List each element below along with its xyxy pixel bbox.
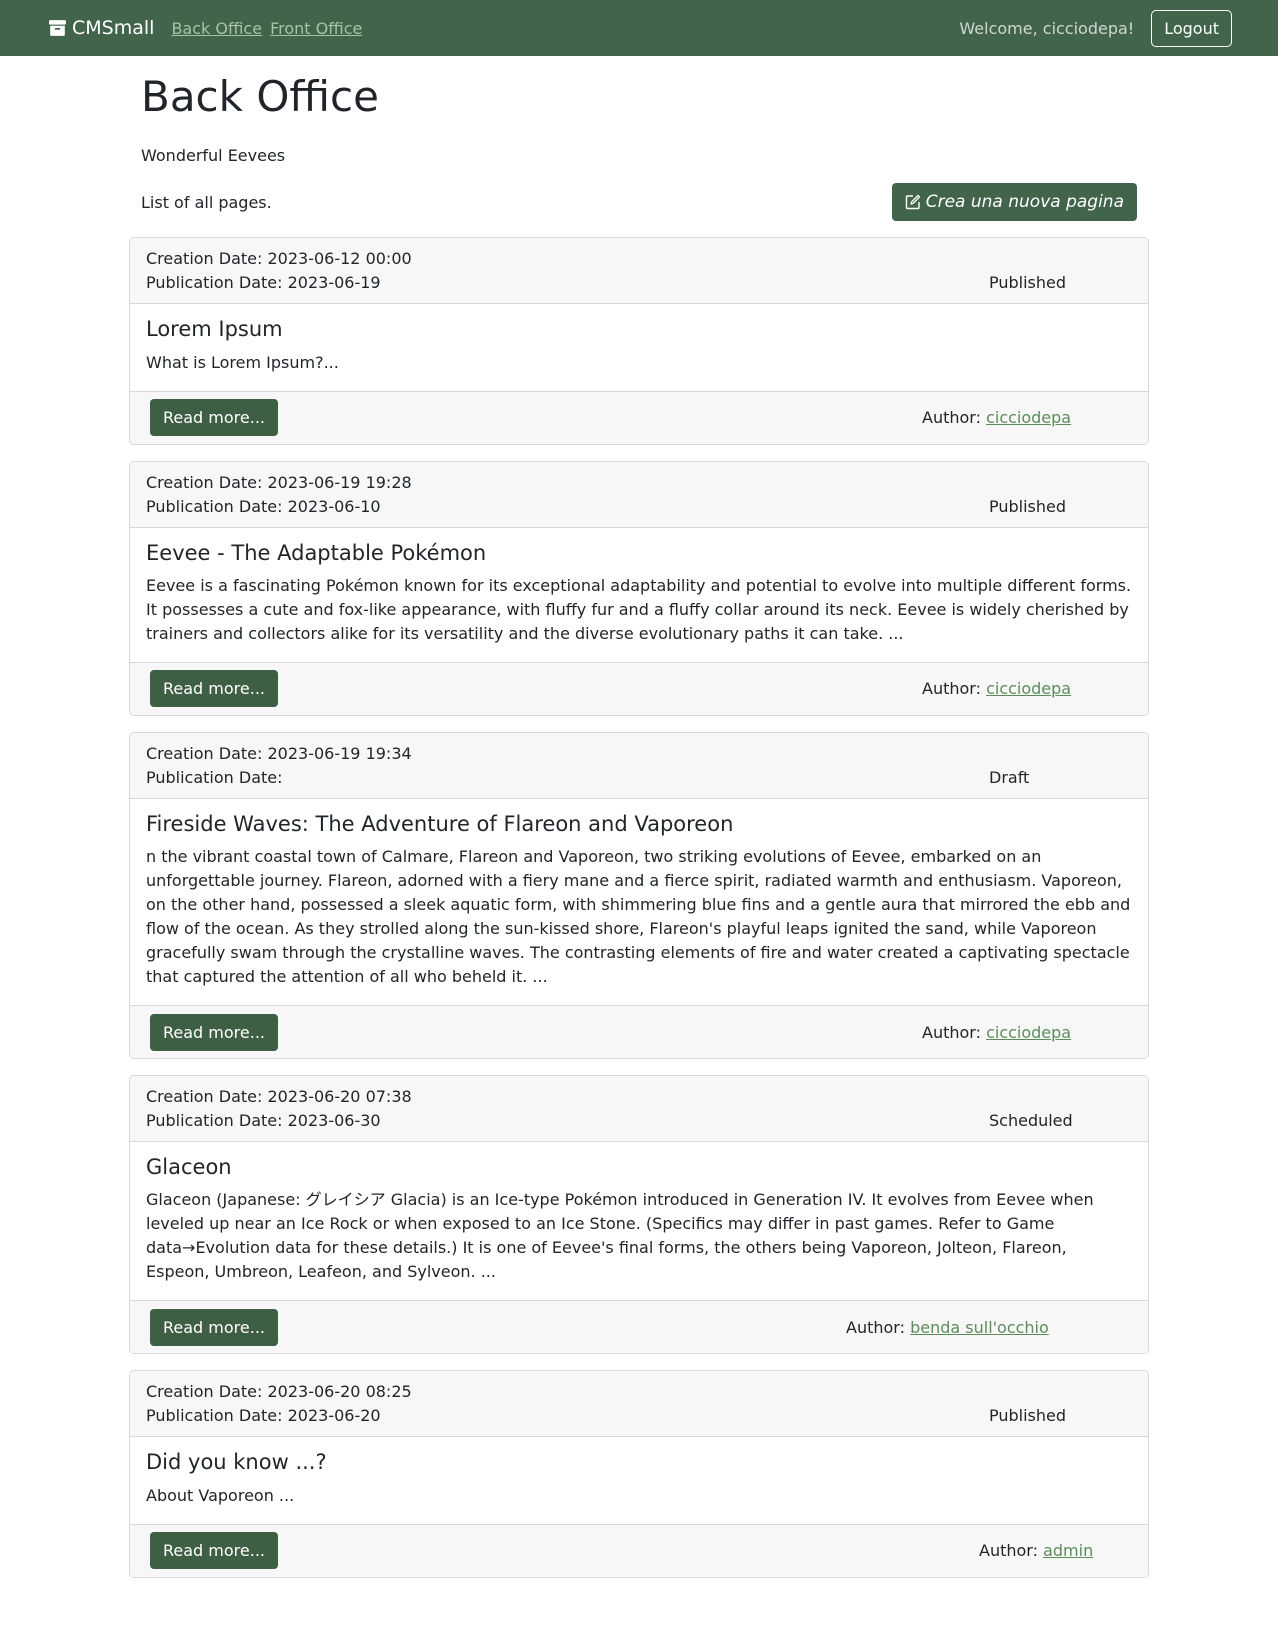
list-toolbar: List of all pages. Crea una nuova pagina	[141, 183, 1137, 222]
card-text: Eevee is a fascinating Pokémon known for…	[146, 575, 1132, 643]
author-link[interactable]: cicciodepa	[986, 679, 1071, 698]
status-label: Published	[989, 273, 1067, 293]
nav-link-front-office[interactable]: Front Office	[270, 19, 362, 38]
publication-date: Publication Date: 2023-06-20	[146, 1406, 381, 1426]
card-body: Did you know ...? About Vaporeon ...	[130, 1437, 1148, 1523]
author-link[interactable]: cicciodepa	[986, 1023, 1071, 1042]
author-info: Author: cicciodepa	[922, 1023, 1071, 1042]
read-more-button[interactable]: Read more...	[150, 1532, 278, 1570]
author-label: Author:	[979, 1541, 1038, 1561]
card-text: n the vibrant coastal town of Calmare, F…	[146, 847, 1131, 987]
card-header: Creation Date: 2023-06-19 19:34 Publicat…	[130, 732, 1148, 799]
creation-date: Creation Date: 2023-06-19 19:34	[146, 743, 412, 763]
publication-date: Publication Date: 2023-06-19	[146, 273, 381, 293]
author-label: Author:	[846, 1317, 905, 1337]
card-title: Fireside Waves: The Adventure of Flareon…	[146, 811, 734, 836]
card-footer: Read more... Author: cicciodepa	[130, 390, 1148, 444]
author-info: Author: benda sull'occhio	[846, 1318, 1049, 1337]
page-card: Creation Date: 2023-06-20 07:38 Publicat…	[129, 1075, 1149, 1355]
card-footer: Read more... Author: benda sull'occhio	[130, 1300, 1148, 1354]
create-page-label: Crea una nuova pagina	[925, 192, 1124, 213]
status-label: Draft	[989, 767, 1030, 787]
page-card: Creation Date: 2023-06-19 19:34 Publicat…	[129, 731, 1149, 1060]
author-label: Author:	[922, 1022, 981, 1042]
page-card: Creation Date: 2023-06-20 08:25 Publicat…	[129, 1370, 1149, 1578]
read-more-button[interactable]: Read more...	[150, 1013, 278, 1051]
card-text: About Vaporeon ...	[146, 1485, 295, 1505]
site-name: Wonderful Eevees	[141, 146, 286, 166]
card-title: Did you know ...?	[146, 1450, 327, 1475]
author-info: Author: admin	[979, 1541, 1093, 1560]
card-title: Glaceon	[146, 1155, 232, 1180]
pencil-square-icon	[905, 195, 920, 210]
card-text: What is Lorem Ipsum?...	[146, 352, 339, 372]
publication-date: Publication Date:	[146, 767, 283, 787]
author-info: Author: cicciodepa	[922, 408, 1071, 427]
card-footer: Read more... Author: admin	[130, 1523, 1148, 1577]
create-page-button[interactable]: Crea una nuova pagina	[891, 183, 1137, 222]
navbar: CMSmall Back Office Front Office Welcome…	[0, 0, 1278, 56]
card-body: Eevee - The Adaptable Pokémon Eevee is a…	[130, 528, 1148, 662]
page-list: Creation Date: 2023-06-12 00:00 Publicat…	[129, 237, 1149, 1578]
card-body: Fireside Waves: The Adventure of Flareon…	[130, 799, 1148, 1005]
card-footer: Read more... Author: cicciodepa	[130, 661, 1148, 715]
creation-date: Creation Date: 2023-06-20 07:38	[146, 1087, 412, 1107]
card-title: Lorem Ipsum	[146, 317, 283, 342]
archive-icon	[49, 20, 66, 36]
status-label: Published	[989, 1406, 1067, 1426]
publication-date: Publication Date: 2023-06-10	[146, 496, 381, 516]
nav-link-back-office[interactable]: Back Office	[171, 19, 262, 38]
logout-button[interactable]: Logout	[1151, 9, 1232, 47]
author-info: Author: cicciodepa	[922, 679, 1071, 698]
card-header: Creation Date: 2023-06-20 08:25 Publicat…	[130, 1371, 1148, 1438]
status-label: Scheduled	[989, 1111, 1073, 1131]
author-label: Author:	[922, 408, 981, 428]
main-container: Back Office Wonderful Eevees List of all…	[129, 72, 1149, 1578]
read-more-button[interactable]: Read more...	[150, 670, 278, 708]
creation-date: Creation Date: 2023-06-20 08:25	[146, 1382, 412, 1402]
list-label: List of all pages.	[141, 192, 272, 212]
brand-name: CMSmall	[72, 17, 155, 39]
card-footer: Read more... Author: cicciodepa	[130, 1005, 1148, 1059]
page-card: Creation Date: 2023-06-19 19:28 Publicat…	[129, 460, 1149, 716]
status-label: Published	[989, 496, 1067, 516]
read-more-button[interactable]: Read more...	[150, 399, 278, 437]
page-card: Creation Date: 2023-06-12 00:00 Publicat…	[129, 237, 1149, 445]
card-header: Creation Date: 2023-06-12 00:00 Publicat…	[130, 238, 1148, 305]
creation-date: Creation Date: 2023-06-19 19:28	[146, 472, 412, 492]
card-title: Eevee - The Adaptable Pokémon	[146, 540, 487, 565]
card-body: Lorem Ipsum What is Lorem Ipsum?...	[130, 304, 1148, 390]
card-header: Creation Date: 2023-06-20 07:38 Publicat…	[130, 1076, 1148, 1143]
welcome-text: Welcome, cicciodepa!	[959, 18, 1135, 38]
nav-right: Welcome, cicciodepa! Logout	[959, 9, 1232, 47]
author-link[interactable]: admin	[1043, 1541, 1093, 1560]
creation-date: Creation Date: 2023-06-12 00:00	[146, 249, 412, 269]
read-more-button[interactable]: Read more...	[150, 1308, 278, 1346]
author-label: Author:	[922, 679, 981, 699]
card-header: Creation Date: 2023-06-19 19:28 Publicat…	[130, 461, 1148, 528]
publication-date: Publication Date: 2023-06-30	[146, 1111, 381, 1131]
author-link[interactable]: benda sull'occhio	[910, 1318, 1049, 1337]
author-link[interactable]: cicciodepa	[986, 408, 1071, 427]
card-text: Glaceon (Japanese: グレイシア Glacia) is an I…	[146, 1190, 1094, 1282]
card-body: Glaceon Glaceon (Japanese: グレイシア Glacia)…	[130, 1142, 1148, 1300]
page-title: Back Office	[141, 72, 379, 121]
brand-link[interactable]: CMSmall	[48, 17, 154, 39]
